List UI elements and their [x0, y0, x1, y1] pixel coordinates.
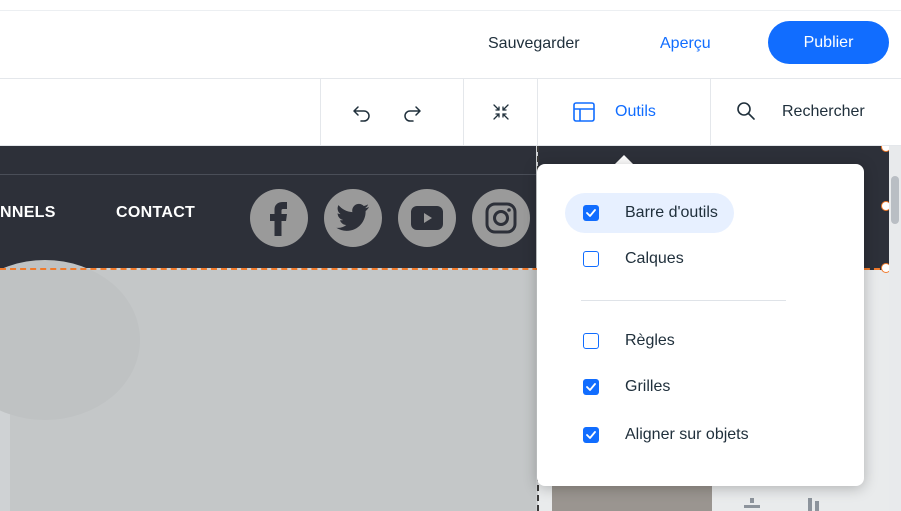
nav-item-channels[interactable]: NNELS: [0, 204, 56, 222]
checkbox-checked-icon[interactable]: [583, 379, 599, 395]
toolbar-divider: [463, 79, 464, 145]
hero-image[interactable]: [0, 260, 536, 511]
site-header[interactable]: NNELS CONTACT: [0, 146, 536, 268]
menu-item-snap-to-objects[interactable]: Aligner sur objets: [565, 415, 765, 455]
checkbox-checked-icon[interactable]: [583, 427, 599, 443]
search-icon[interactable]: [733, 98, 759, 124]
tools-menu: Barre d'outils Calques Règles Grilles Al…: [537, 164, 864, 486]
menu-item-layers[interactable]: Calques: [565, 239, 700, 279]
checkbox-unchecked-icon[interactable]: [583, 251, 599, 267]
menu-item-toolbar[interactable]: Barre d'outils: [565, 193, 734, 233]
menu-item-label: Aligner sur objets: [625, 426, 749, 443]
top-strip: [0, 0, 901, 11]
save-button[interactable]: Sauvegarder: [478, 30, 590, 58]
menu-item-grids[interactable]: Grilles: [565, 367, 686, 407]
menu-item-label: Barre d'outils: [625, 204, 718, 221]
menu-item-label: Calques: [625, 250, 684, 267]
search-button[interactable]: Rechercher: [782, 101, 865, 123]
nav-item-contact[interactable]: CONTACT: [116, 204, 195, 222]
menu-divider: [581, 300, 786, 301]
youtube-icon[interactable]: [398, 189, 456, 247]
editor-toolbar: Outils Rechercher: [0, 79, 901, 146]
menu-item-rulers[interactable]: Règles: [565, 321, 691, 361]
checkbox-checked-icon[interactable]: [583, 205, 599, 221]
checkbox-unchecked-icon[interactable]: [583, 333, 599, 349]
collapse-icon[interactable]: [488, 99, 514, 125]
publish-button[interactable]: Publier: [768, 21, 889, 64]
instagram-icon[interactable]: [472, 189, 530, 247]
toolbar-divider: [710, 79, 711, 145]
twitter-icon[interactable]: [324, 189, 382, 247]
preview-button[interactable]: Aperçu: [650, 30, 721, 58]
top-bar: Sauvegarder Aperçu Publier: [0, 0, 901, 79]
menu-item-label: Grilles: [625, 378, 671, 395]
facebook-icon[interactable]: [250, 189, 308, 247]
scrollbar-thumb[interactable]: [891, 176, 899, 224]
header-line: [0, 174, 536, 175]
menu-item-label: Règles: [625, 332, 675, 349]
toolbar-divider: [320, 79, 321, 145]
align-icon[interactable]: [742, 498, 762, 511]
redo-icon[interactable]: [397, 97, 427, 127]
undo-icon[interactable]: [347, 97, 377, 127]
tools-button[interactable]: Outils: [615, 101, 656, 123]
hero-shape: [0, 260, 140, 420]
tools-panel-icon[interactable]: [570, 99, 598, 125]
toolbar-divider: [537, 79, 538, 145]
distribute-icon[interactable]: [806, 498, 822, 511]
